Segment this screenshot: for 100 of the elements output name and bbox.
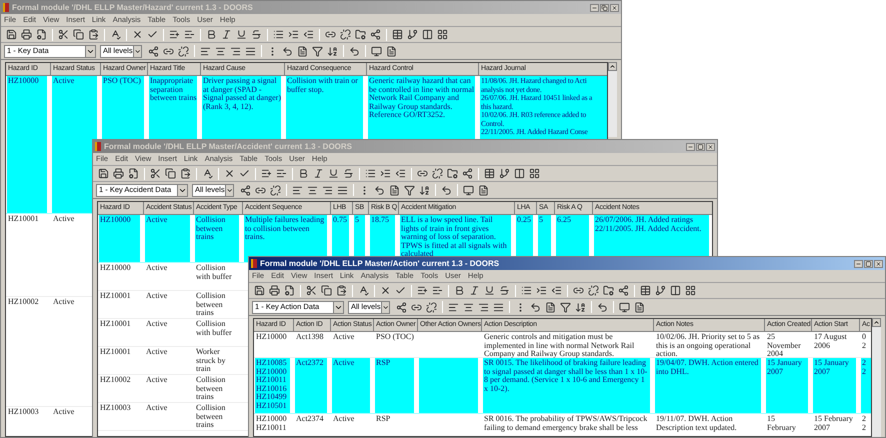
grid-icon[interactable] xyxy=(685,285,696,296)
folder-icon[interactable] xyxy=(447,168,458,179)
bold-icon[interactable] xyxy=(454,285,465,296)
maximize-icon[interactable] xyxy=(696,142,705,150)
save-icon[interactable] xyxy=(254,285,265,296)
align-left-icon[interactable] xyxy=(292,184,303,196)
broken-chain-icon[interactable] xyxy=(426,302,437,312)
sort-icon[interactable] xyxy=(419,184,430,196)
unlink-icon[interactable] xyxy=(588,285,599,296)
underline-icon[interactable] xyxy=(328,168,339,179)
table-icon[interactable] xyxy=(392,29,403,40)
link-icon[interactable] xyxy=(573,285,584,296)
unlink-icon[interactable] xyxy=(340,29,351,40)
insert-rows-icon[interactable] xyxy=(169,29,180,40)
paste-icon[interactable] xyxy=(180,168,191,179)
align-center-icon[interactable] xyxy=(307,184,318,196)
document-icon[interactable] xyxy=(297,46,308,56)
computer-icon[interactable] xyxy=(371,46,382,56)
align-right-icon[interactable] xyxy=(478,302,489,312)
share-icon[interactable] xyxy=(370,29,381,40)
curved-arrow-icon[interactable] xyxy=(282,46,293,56)
scroll-up-icon[interactable] xyxy=(608,62,617,71)
scissors-icon[interactable] xyxy=(150,168,161,179)
properties-icon[interactable] xyxy=(284,285,295,296)
copy-icon[interactable] xyxy=(165,168,176,179)
document-icon[interactable] xyxy=(545,302,556,312)
check-icon[interactable] xyxy=(395,285,406,296)
italic-icon[interactable] xyxy=(221,29,232,40)
close-icon[interactable] xyxy=(610,4,619,12)
cross-icon[interactable] xyxy=(380,285,391,296)
spellcheck-icon[interactable] xyxy=(202,168,213,179)
indent-icon[interactable] xyxy=(380,168,391,179)
outdent-icon[interactable] xyxy=(551,285,562,296)
filter-icon[interactable] xyxy=(404,184,415,196)
underline-icon[interactable] xyxy=(236,29,247,40)
vertical-scrollbar[interactable] xyxy=(608,62,617,137)
check-icon[interactable] xyxy=(239,168,250,179)
broken-chain-icon[interactable] xyxy=(270,184,281,196)
outdent-icon[interactable] xyxy=(303,29,314,40)
restore-icon[interactable] xyxy=(600,4,609,12)
redo-arrow-icon[interactable] xyxy=(349,46,360,56)
align-right-icon[interactable] xyxy=(230,46,241,56)
underline-icon[interactable] xyxy=(484,285,495,296)
share-icon[interactable] xyxy=(462,168,473,179)
spellcheck-icon[interactable] xyxy=(358,285,369,296)
sort-icon[interactable] xyxy=(575,302,586,312)
properties-icon[interactable] xyxy=(128,168,139,179)
minimize-icon[interactable] xyxy=(854,260,863,268)
list-icon[interactable] xyxy=(273,29,284,40)
redo-arrow-icon[interactable] xyxy=(441,184,452,196)
italic-icon[interactable] xyxy=(469,285,480,296)
paste-icon[interactable] xyxy=(336,285,347,296)
broken-chain-icon[interactable] xyxy=(178,46,189,56)
align-center-icon[interactable] xyxy=(463,302,474,312)
indent-icon[interactable] xyxy=(288,29,299,40)
branch-icon[interactable] xyxy=(407,29,418,40)
remove-rows-icon[interactable] xyxy=(432,285,443,296)
check-icon[interactable] xyxy=(147,29,158,40)
paste-icon[interactable] xyxy=(88,29,99,40)
indent-icon[interactable] xyxy=(536,285,547,296)
curved-arrow-icon[interactable] xyxy=(530,302,541,312)
strikethrough-icon[interactable] xyxy=(251,29,262,40)
scissors-icon[interactable] xyxy=(58,29,69,40)
computer-icon[interactable] xyxy=(619,302,630,312)
curved-arrow-icon[interactable] xyxy=(374,184,385,196)
columns-icon[interactable] xyxy=(670,285,681,296)
folder-icon[interactable] xyxy=(355,29,366,40)
minimize-icon[interactable] xyxy=(590,4,599,12)
close-icon[interactable] xyxy=(706,142,715,150)
outdent-icon[interactable] xyxy=(395,168,406,179)
align-justify-icon[interactable] xyxy=(337,184,348,196)
unlink-icon[interactable] xyxy=(432,168,443,179)
bold-icon[interactable] xyxy=(298,168,309,179)
printer-icon[interactable] xyxy=(113,168,124,179)
properties-icon[interactable] xyxy=(36,29,47,40)
sort-icon[interactable] xyxy=(327,46,338,56)
grid-icon[interactable] xyxy=(529,168,540,179)
link-icon[interactable] xyxy=(417,168,428,179)
filter-icon[interactable] xyxy=(560,302,571,312)
copy-icon[interactable] xyxy=(321,285,332,296)
maximize-icon[interactable] xyxy=(864,260,873,268)
remove-rows-icon[interactable] xyxy=(184,29,195,40)
bold-icon[interactable] xyxy=(206,29,217,40)
align-justify-icon[interactable] xyxy=(245,46,256,56)
strikethrough-icon[interactable] xyxy=(343,168,354,179)
insert-rows-icon[interactable] xyxy=(417,285,428,296)
scroll-up-icon[interactable] xyxy=(872,318,881,327)
align-left-icon[interactable] xyxy=(448,302,459,312)
grid-icon[interactable] xyxy=(437,29,448,40)
minimize-icon[interactable] xyxy=(686,142,695,150)
list-icon[interactable] xyxy=(521,285,532,296)
redo-arrow-icon[interactable] xyxy=(597,302,608,312)
folder-icon[interactable] xyxy=(603,285,614,296)
table-icon[interactable] xyxy=(640,285,651,296)
copy-icon[interactable] xyxy=(73,29,84,40)
printer-icon[interactable] xyxy=(21,29,32,40)
save-icon[interactable] xyxy=(98,168,109,179)
cross-icon[interactable] xyxy=(224,168,235,179)
computer-icon[interactable] xyxy=(463,184,474,196)
columns-icon[interactable] xyxy=(422,29,433,40)
